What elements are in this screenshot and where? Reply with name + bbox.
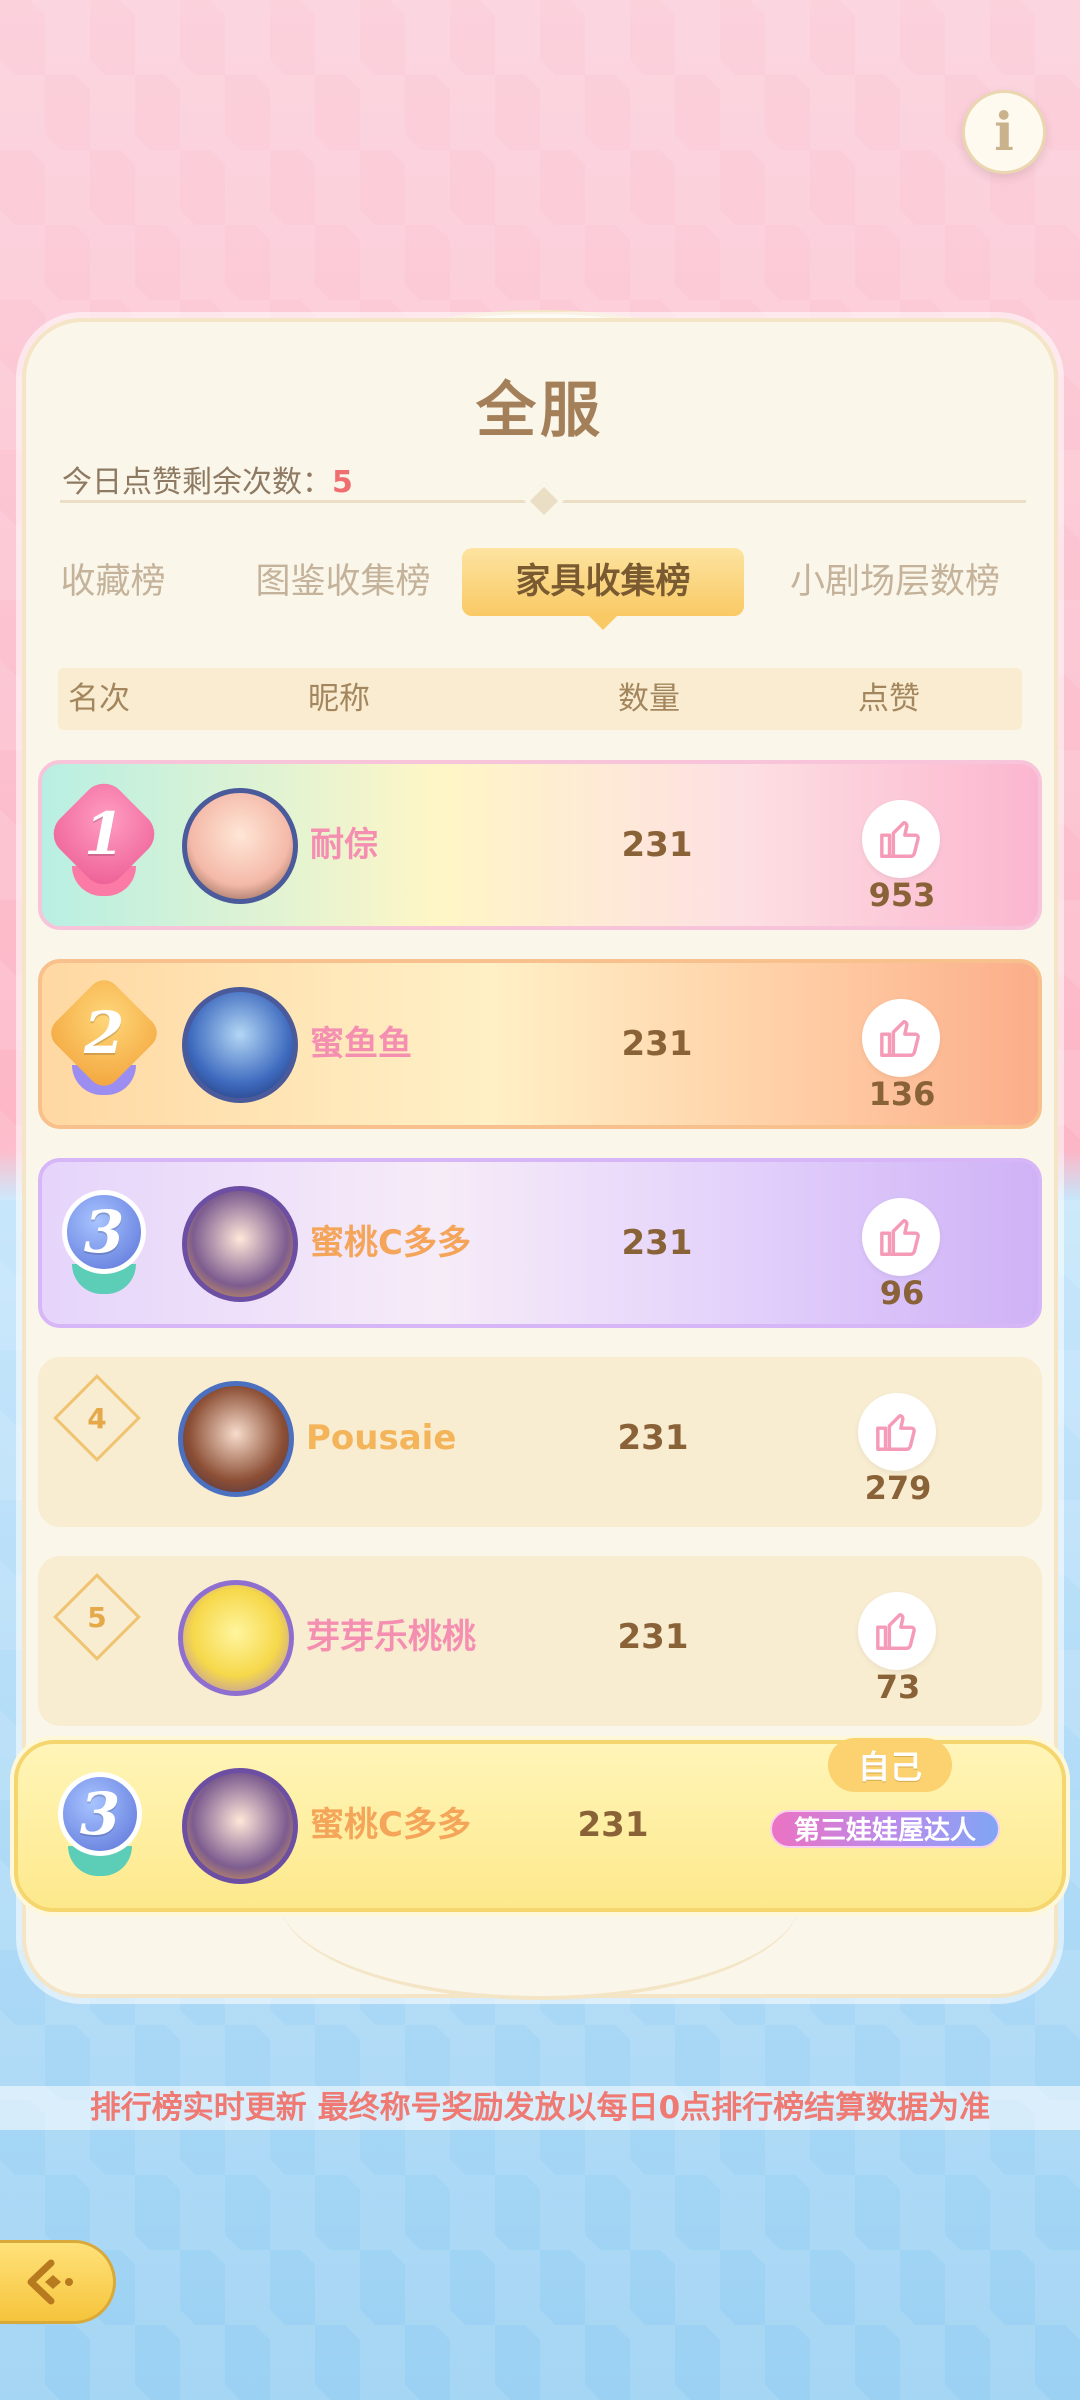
avatar[interactable]	[182, 987, 298, 1103]
like-button[interactable]	[862, 800, 940, 878]
player-nickname: 耐倧	[310, 825, 378, 865]
col-likes: 点赞	[858, 681, 920, 717]
avatar[interactable]	[178, 1580, 294, 1696]
like-count: 73	[875, 1668, 921, 1706]
player-count: 231	[577, 1805, 649, 1845]
col-count: 数量	[618, 681, 680, 717]
player-count: 231	[621, 825, 693, 865]
like-count: 96	[879, 1274, 925, 1312]
like-button[interactable]	[862, 999, 940, 1077]
table-row: 5 芽芽乐桃桃 231 73	[38, 1556, 1042, 1726]
table-row: 1 耐倧 231 953	[38, 760, 1042, 930]
rank-number: 3	[79, 1780, 121, 1848]
player-nickname: 蜜桃C多多	[310, 1805, 471, 1845]
avatar[interactable]	[182, 1768, 298, 1884]
rank-number: 1	[83, 799, 125, 868]
likes-remaining-label: 今日点赞剩余次数：	[62, 465, 332, 500]
info-button[interactable]: i	[962, 90, 1046, 174]
likes-remaining-value: 5	[332, 465, 353, 500]
rank-medal-2: 2	[44, 973, 164, 1101]
like-button[interactable]	[858, 1592, 936, 1670]
notice-bar: 排行榜实时更新 最终称号奖励发放以每日0点排行榜结算数据为准	[0, 2086, 1080, 2130]
rank-number: 3	[83, 1198, 125, 1266]
likes-remaining: 今日点赞剩余次数：5	[62, 457, 353, 501]
tab-collection[interactable]: 收藏榜	[38, 548, 188, 616]
rank-medal-1: 1	[44, 774, 164, 902]
col-nickname: 昵称	[308, 681, 370, 717]
like-button[interactable]	[858, 1393, 936, 1471]
table-row: 2 蜜鱼鱼 231 136	[38, 959, 1042, 1129]
tab-theater[interactable]: 小剧场层数榜	[760, 548, 1030, 616]
table-row: 4 Pousaie 231 279	[38, 1357, 1042, 1527]
panel-title: 全服	[476, 376, 604, 446]
rank-number: 5	[87, 1600, 107, 1634]
rank-medal-3: 3	[50, 1772, 150, 1882]
self-tag: 自己	[828, 1738, 952, 1792]
rank-number: 4	[87, 1401, 107, 1435]
like-count: 953	[868, 876, 936, 914]
rank-medal-3: 3	[54, 1190, 154, 1300]
player-count: 231	[621, 1024, 693, 1064]
rank-number: 2	[83, 998, 125, 1067]
tab-furniture[interactable]: 家具收集榜	[462, 548, 744, 630]
player-nickname: 蜜桃C多多	[310, 1223, 471, 1263]
info-icon: i	[994, 101, 1014, 163]
title-badge: 第三娃娃屋达人	[770, 1810, 1000, 1848]
like-count: 136	[868, 1075, 936, 1113]
player-nickname: 芽芽乐桃桃	[306, 1617, 476, 1657]
back-button[interactable]	[0, 2240, 116, 2324]
player-count: 231	[617, 1617, 689, 1657]
col-rank: 名次	[68, 681, 130, 717]
player-nickname: 蜜鱼鱼	[310, 1024, 412, 1064]
tab-codex[interactable]: 图鉴收集榜	[218, 548, 468, 616]
table-row: 3 蜜桃C多多 231 96	[38, 1158, 1042, 1328]
thumbs-up-icon	[880, 1019, 920, 1057]
thumbs-up-icon	[876, 1612, 916, 1650]
avatar[interactable]	[182, 1186, 298, 1302]
tab-bar: 收藏榜 图鉴收集榜 家具收集榜 小剧场层数榜	[38, 548, 1048, 630]
avatar[interactable]	[178, 1381, 294, 1497]
player-count: 231	[621, 1223, 693, 1263]
thumbs-up-icon	[876, 1413, 916, 1451]
thumbs-up-icon	[880, 820, 920, 858]
thumbs-up-icon	[880, 1218, 920, 1256]
like-button[interactable]	[862, 1198, 940, 1276]
player-count: 231	[617, 1418, 689, 1458]
player-nickname: Pousaie	[306, 1418, 457, 1458]
avatar[interactable]	[182, 788, 298, 904]
column-header: 名次 昵称 数量 点赞	[58, 668, 1022, 730]
like-count: 279	[864, 1469, 932, 1507]
back-arrow-icon	[27, 2259, 73, 2305]
